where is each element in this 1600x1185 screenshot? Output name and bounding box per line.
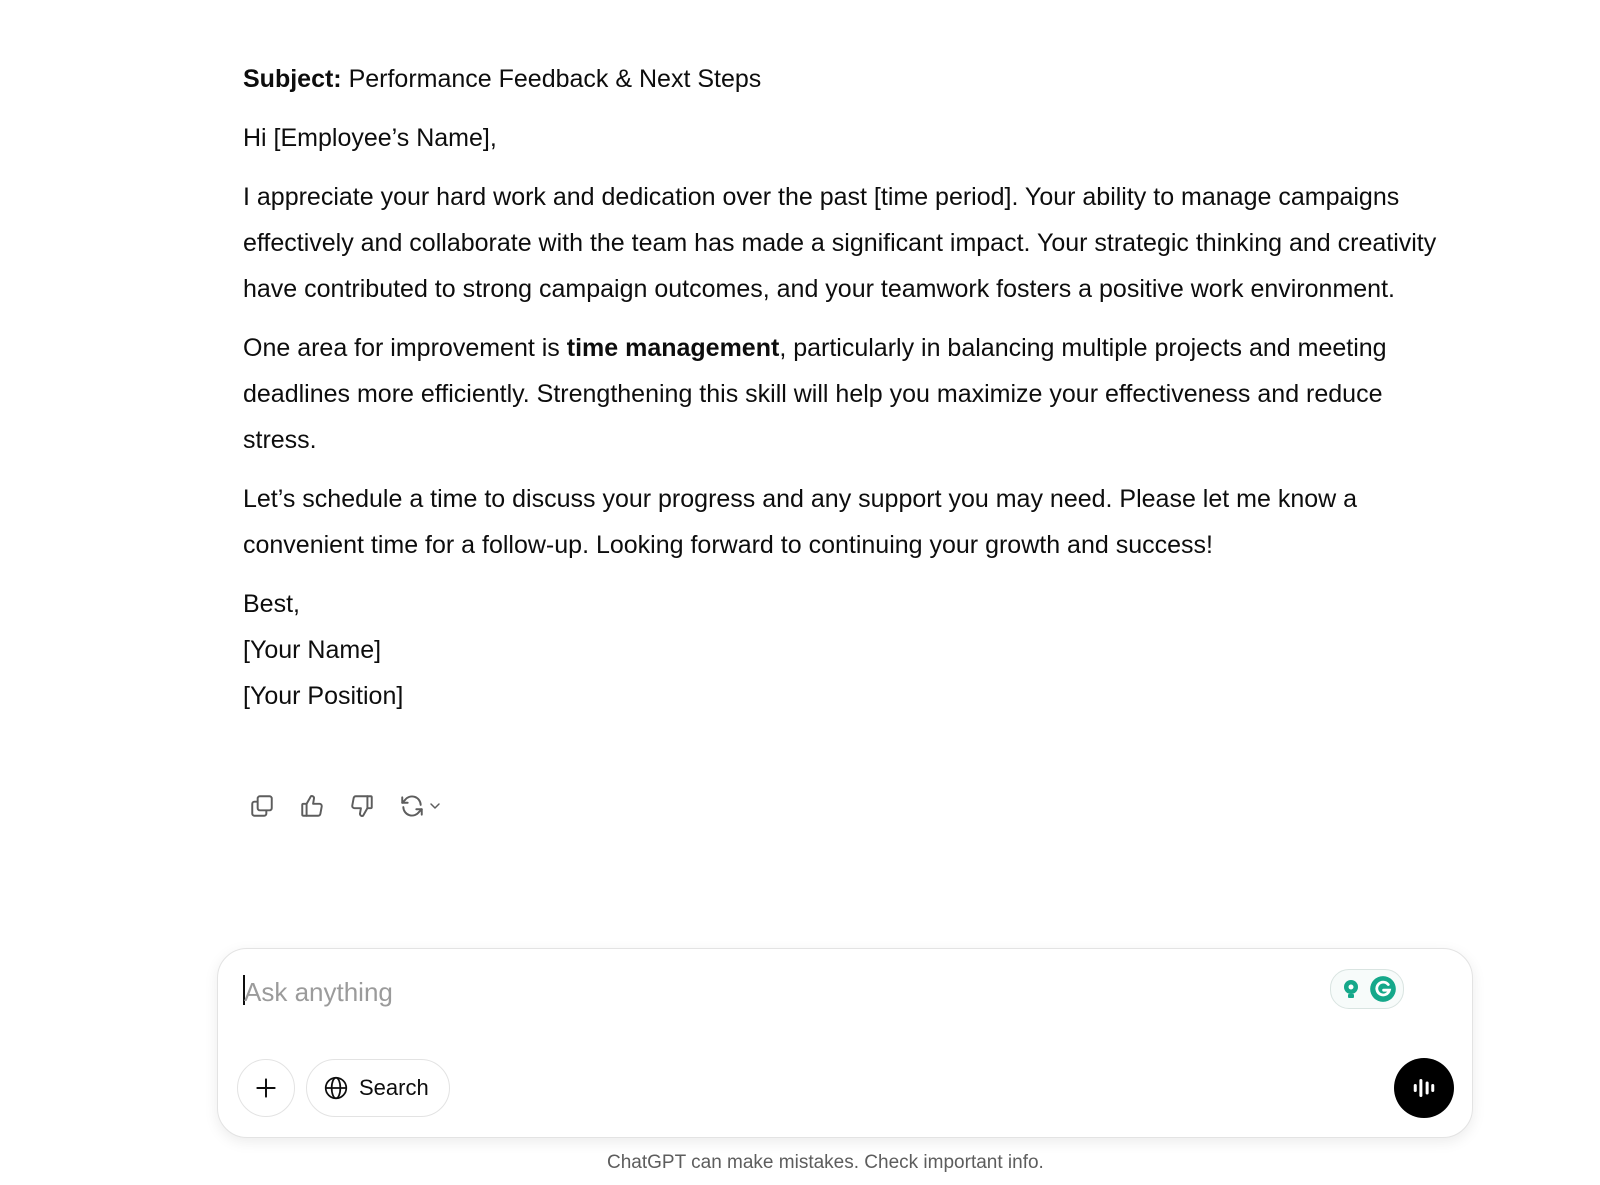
signoff-text: Best, [243,590,300,618]
assistant-message: Subject: Performance Feedback & Next Ste… [243,56,1443,719]
sign-position: [Your Position] [243,682,404,710]
search-label: Search [359,1075,429,1100]
subject-text: Performance Feedback & Next Steps [341,65,762,93]
globe-icon [324,1076,348,1100]
email-paragraph-3: Let’s schedule a time to discuss your pr… [243,485,1358,559]
voice-mode-button[interactable] [1394,1058,1454,1118]
regenerate-button[interactable] [393,787,449,825]
email-signoff: Best, [Your Name] [Your Position] [243,581,1443,719]
thumbs-up-button[interactable] [293,787,331,825]
copy-button[interactable] [243,787,281,825]
lightbulb-icon [1337,975,1365,1003]
para2-before: One area for improvement is [243,334,567,362]
plus-icon [256,1078,276,1098]
thumbs-down-icon [351,795,373,817]
disclaimer-text: ChatGPT can make mistakes. Check importa… [607,1152,1044,1173]
composer: Search [217,948,1473,1138]
copy-icon [251,795,273,817]
thumbs-down-button[interactable] [343,787,381,825]
para2-bold: time management [566,334,780,362]
chevron-down-icon [430,803,440,809]
voice-wave-icon [1413,1079,1435,1097]
attach-button[interactable] [237,1059,295,1117]
email-subject: Subject: Performance Feedback & Next Ste… [243,56,1443,102]
email-paragraph-2: One area for improvement is time managem… [243,325,1443,463]
grammarly-widget[interactable] [1330,969,1404,1009]
thumbs-up-icon [301,795,323,817]
grammarly-icon [1369,975,1397,1003]
sign-name: [Your Name] [243,636,382,664]
email-paragraph-1: I appreciate your hard work and dedicati… [243,183,1437,303]
regenerate-icon [401,795,423,817]
email-greeting: Hi [Employee’s Name], [243,124,497,152]
message-actions [243,786,449,826]
chat-page: Subject: Performance Feedback & Next Ste… [0,0,1600,1185]
subject-label: Subject: [243,65,342,93]
search-button[interactable]: Search [306,1059,450,1117]
prompt-input[interactable] [244,969,1294,1015]
